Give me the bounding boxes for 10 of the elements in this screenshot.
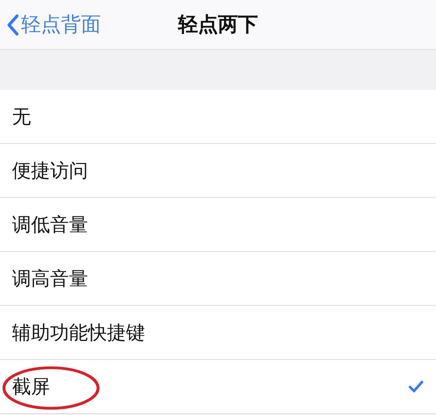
option-row[interactable]: 调低音量	[0, 198, 436, 252]
option-row[interactable]: 便捷访问	[0, 144, 436, 198]
option-row[interactable]: 调高音量	[0, 252, 436, 306]
option-row[interactable]: 截屏	[0, 360, 436, 414]
screen-title: 轻点两下	[178, 11, 258, 38]
back-button[interactable]: 轻点背面	[0, 11, 101, 38]
back-chevron-icon	[6, 14, 19, 36]
option-row[interactable]: 无	[0, 90, 436, 144]
checkmark-icon	[408, 380, 424, 394]
option-row[interactable]: 辅助功能快捷键	[0, 306, 436, 360]
